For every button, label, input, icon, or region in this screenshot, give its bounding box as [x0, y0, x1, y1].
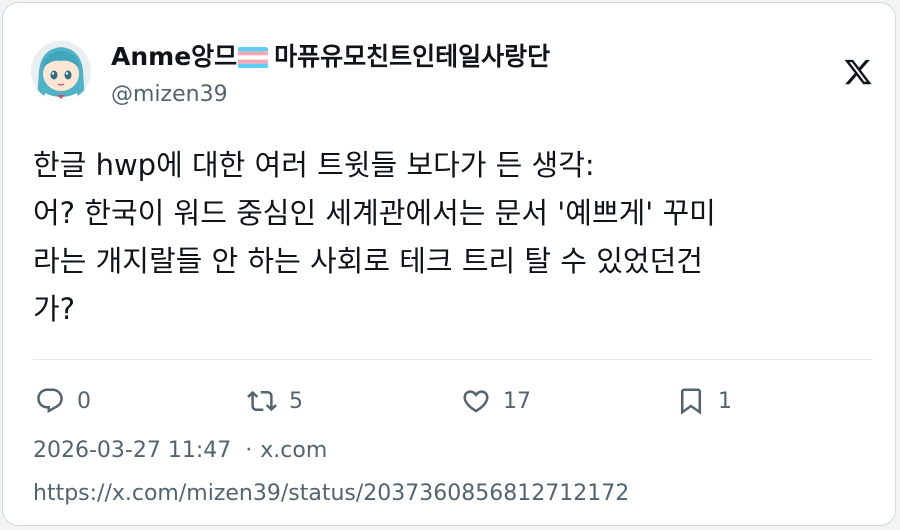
- tweet-text: 한글 hwp에 대한 여러 트윗들 보다가 든 생각: 어? 한국이 워드 중심…: [33, 141, 863, 333]
- divider: [33, 359, 873, 360]
- tweet-line: 가?: [33, 292, 76, 326]
- tweet-line: 어? 한국이 워드 중심인 세계관에서는 문서 '예쁘게' 꾸미: [33, 196, 716, 230]
- retweet-icon: [247, 390, 277, 412]
- source-link[interactable]: x.com: [260, 438, 327, 463]
- timestamp[interactable]: 2026-03-27 11:47: [33, 438, 231, 463]
- bookmark-button[interactable]: 1: [676, 383, 732, 419]
- x-logo-icon[interactable]: [843, 57, 873, 87]
- display-name-text: Anme앙므: [111, 42, 238, 71]
- retweet-count: 5: [289, 388, 303, 414]
- retweet-button[interactable]: 5: [247, 383, 303, 419]
- bookmark-count: 1: [718, 388, 732, 414]
- avatar[interactable]: [31, 41, 91, 101]
- user-handle[interactable]: @mizen39: [111, 81, 228, 109]
- display-name-suffix: 마퓨유모친트인테일사랑단: [274, 42, 551, 71]
- display-name[interactable]: Anme앙므 마퓨유모친트인테일사랑단: [111, 41, 550, 73]
- tweet-card: Anme앙므 마퓨유모친트인테일사랑단 @mizen39 한글 hwp에 대한 …: [2, 2, 896, 526]
- like-count: 17: [503, 388, 531, 414]
- transgender-flag-icon: [238, 46, 269, 68]
- tweet-line: 라는 개지랄들 안 하는 사회로 테크 트리 탈 수 있었던건: [33, 244, 703, 278]
- meta-separator: ·: [245, 438, 253, 463]
- tweet-line: 한글 hwp에 대한 여러 트윗들 보다가 든 생각:: [33, 148, 595, 182]
- like-button[interactable]: 17: [461, 383, 531, 419]
- reply-count: 0: [77, 388, 91, 414]
- reply-button[interactable]: 0: [35, 383, 91, 419]
- tweet-url[interactable]: https://x.com/mizen39/status/20373608568…: [33, 479, 629, 509]
- reply-icon: [37, 388, 63, 414]
- tweet-meta: 2026-03-27 11:47 · x.com: [33, 436, 327, 466]
- bookmark-icon: [681, 388, 701, 415]
- avatar-image: [31, 41, 91, 101]
- heart-icon: [463, 390, 489, 413]
